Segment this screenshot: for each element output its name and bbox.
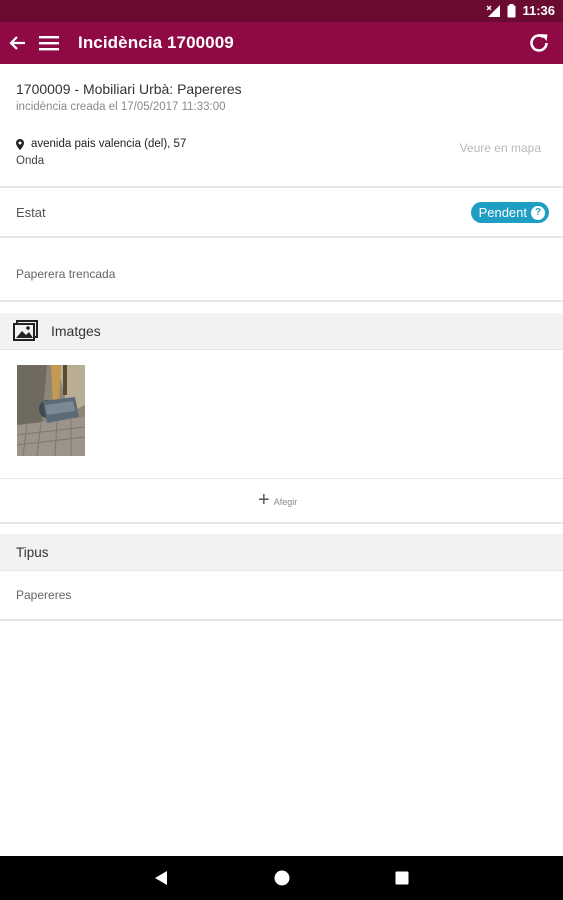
- status-bar: 11:36: [0, 0, 563, 22]
- menu-button[interactable]: [34, 22, 64, 64]
- incident-city: Onda: [16, 155, 45, 167]
- page-title: Incidència 1700009: [78, 33, 234, 52]
- status-badge[interactable]: Pendent ?: [470, 202, 549, 223]
- nav-back-button[interactable]: [151, 868, 171, 888]
- triangle-back-icon: [155, 871, 167, 885]
- hamburger-icon: [39, 36, 59, 51]
- nav-home-button[interactable]: [272, 868, 292, 888]
- app-bar: Incidència 1700009: [0, 22, 563, 64]
- incident-summary: 1700009 - Mobiliari Urbà: Papereres: [16, 81, 242, 97]
- refresh-icon: [530, 34, 548, 52]
- view-map-link[interactable]: Veure en mapa: [460, 141, 541, 155]
- back-button[interactable]: [2, 22, 32, 64]
- signal-icon: [486, 4, 501, 17]
- add-image-label: Afegir: [273, 496, 298, 507]
- system-nav-bar: [0, 856, 563, 900]
- type-row: Papereres: [0, 571, 563, 621]
- incident-address: avenida pais valencia (del), 57: [16, 138, 186, 150]
- battery-icon: [507, 3, 516, 17]
- image-thumbnail[interactable]: [17, 365, 85, 456]
- status-icons: 11:36: [485, 3, 555, 18]
- square-recents-icon: [395, 871, 409, 885]
- incident-info: 1700009 - Mobiliari Urbà: Papereres inci…: [0, 64, 563, 188]
- status-row: Estat Pendent ?: [0, 190, 563, 238]
- refresh-button[interactable]: [525, 29, 553, 57]
- circle-home-icon: [274, 870, 290, 886]
- images-gallery: [0, 350, 563, 478]
- type-section-header: Tipus: [0, 534, 563, 571]
- type-header-label: Tipus: [16, 545, 49, 560]
- images-section-header: Imatges: [0, 313, 563, 350]
- clock: 11:36: [522, 3, 555, 18]
- help-icon: ?: [531, 205, 545, 220]
- nav-recents-button[interactable]: [392, 868, 412, 888]
- incident-created: incidència creada el 17/05/2017 11:33:00: [16, 101, 226, 113]
- address-text: avenida pais valencia (del), 57: [31, 138, 187, 150]
- add-image-button[interactable]: + Afegir: [258, 490, 297, 510]
- status-label: Estat: [16, 205, 46, 220]
- status-badge-text: Pendent: [478, 205, 527, 220]
- add-image-row: + Afegir: [0, 478, 563, 524]
- type-value: Papereres: [16, 588, 72, 602]
- description-text: Paperera trencada: [16, 267, 116, 281]
- description-row: Paperera trencada: [0, 240, 563, 302]
- gallery-icon: [13, 320, 39, 347]
- images-header-label: Imatges: [51, 323, 101, 339]
- plus-icon: +: [258, 489, 270, 511]
- arrow-left-icon: [9, 36, 25, 50]
- location-pin-icon: [16, 138, 24, 150]
